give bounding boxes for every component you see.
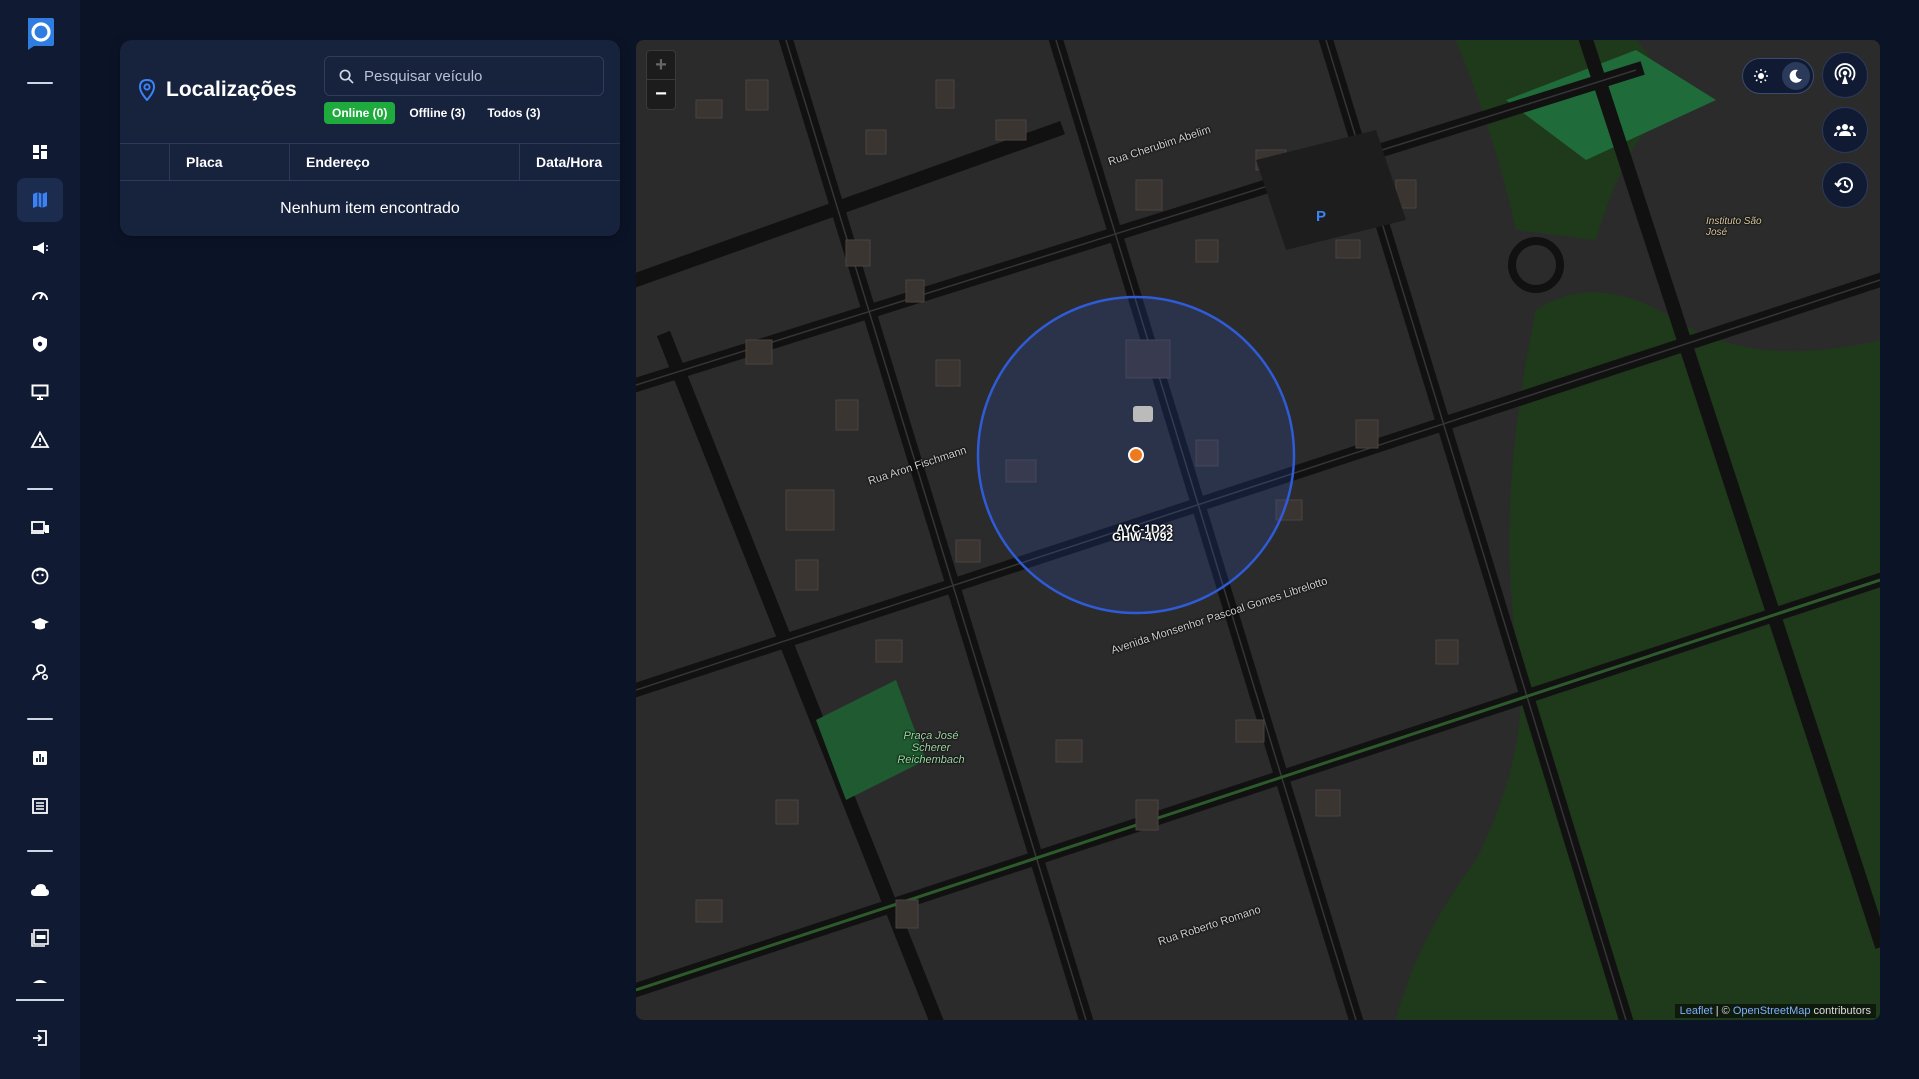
app-logo[interactable]: [24, 16, 56, 52]
column-header-datetime[interactable]: Data/Hora: [520, 144, 620, 180]
hat-icon: [33, 980, 47, 983]
column-header-address[interactable]: Endereço: [290, 144, 520, 180]
pdf-icon: [31, 929, 49, 947]
parking-label: P: [1316, 208, 1327, 225]
sidebar: [0, 0, 80, 1079]
cloud-icon: [31, 884, 49, 896]
group-icon: [1834, 124, 1856, 136]
table-header: Placa Endereço Data/Hora: [120, 143, 620, 181]
status-filters: Online (0) Offline (3) Todos (3): [324, 102, 548, 124]
live-tracking-button[interactable]: [1822, 52, 1868, 98]
locations-table: Placa Endereço Data/Hora Nenhum item enc…: [120, 143, 620, 237]
filter-online[interactable]: Online (0): [324, 102, 396, 124]
moon-icon: [1789, 69, 1802, 83]
park-label: Praça José Scherer Reichembach: [897, 730, 965, 766]
sidebar-divider: [27, 850, 53, 852]
devices-icon: [31, 521, 49, 534]
map-attribution: Leaflet | © OpenStreetMap contributors: [1674, 1004, 1876, 1018]
sidebar-divider: [27, 718, 53, 720]
sidebar-item-speed[interactable]: [17, 274, 63, 318]
monitor-icon: [31, 384, 49, 400]
osm-link[interactable]: OpenStreetMap: [1733, 1005, 1811, 1017]
sidebar-item-face[interactable]: [17, 554, 63, 598]
face-icon: [31, 567, 49, 585]
groups-button[interactable]: [1822, 107, 1868, 153]
light-theme-option[interactable]: [1747, 62, 1775, 90]
sidebar-item-training[interactable]: [17, 602, 63, 646]
school-icon: [31, 618, 49, 630]
zoom-out-button[interactable]: −: [647, 80, 675, 109]
sidebar-divider: [27, 82, 53, 84]
poi-label: Instituto São José: [1706, 216, 1762, 238]
sidebar-item-announcements[interactable]: [17, 226, 63, 270]
speedometer-icon: [32, 292, 48, 301]
sidebar-item-map[interactable]: [17, 178, 63, 222]
sidebar-item-devices[interactable]: [17, 506, 63, 550]
user-pin-icon: [32, 664, 49, 681]
attribution-suffix: contributors: [1810, 1005, 1871, 1017]
zoom-control: + −: [646, 50, 676, 110]
search-icon: [339, 69, 354, 84]
list-icon: [32, 798, 48, 814]
map-view[interactable]: Rua Cherubim Abelim Rua Aron Fischmann A…: [636, 40, 1880, 1020]
map-tiles[interactable]: [636, 40, 1880, 1020]
logout-button[interactable]: [17, 1016, 63, 1060]
dark-theme-option[interactable]: [1781, 62, 1810, 90]
column-header-select[interactable]: [120, 144, 170, 180]
chart-icon: [33, 751, 47, 765]
sidebar-item-user-location[interactable]: [17, 650, 63, 694]
logout-icon: [33, 1030, 47, 1046]
sidebar-divider: [16, 999, 64, 1001]
sidebar-item-list[interactable]: [17, 784, 63, 828]
megaphone-icon: [33, 242, 48, 254]
sun-icon: [1753, 69, 1768, 83]
broadcast-icon: [1834, 63, 1856, 84]
panel-header: Localizações: [138, 78, 297, 102]
sidebar-item-cloud[interactable]: [17, 868, 63, 912]
theme-toggle[interactable]: [1742, 58, 1814, 94]
panel-title: Localizações: [166, 78, 297, 101]
history-icon: [1834, 177, 1853, 194]
sidebar-item-security[interactable]: [17, 322, 63, 366]
attribution-separator: | ©: [1712, 1005, 1733, 1017]
history-button[interactable]: [1822, 162, 1868, 208]
filter-offline[interactable]: Offline (3): [401, 102, 473, 124]
sidebar-item-monitor[interactable]: [17, 370, 63, 414]
sidebar-item-pdf[interactable]: [17, 916, 63, 960]
shield-icon: [33, 336, 47, 352]
sidebar-divider: [27, 488, 53, 490]
sidebar-item-alerts[interactable]: [17, 418, 63, 462]
vehicle-search[interactable]: [324, 56, 604, 96]
search-input[interactable]: [364, 67, 584, 85]
empty-state: Nenhum item encontrado: [280, 200, 460, 217]
column-header-plate[interactable]: Placa: [170, 144, 290, 180]
locations-panel: Localizações Online (0) Offline (3) Todo…: [120, 40, 620, 236]
sidebar-item-partial[interactable]: [17, 964, 63, 986]
dashboard-icon: [33, 145, 47, 159]
location-pin-icon: [138, 79, 156, 101]
vehicle-label[interactable]: GHW-4V92: [1112, 530, 1173, 544]
map-icon: [33, 192, 47, 208]
leaflet-link[interactable]: Leaflet: [1680, 1005, 1713, 1017]
sidebar-item-dashboard[interactable]: [17, 130, 63, 174]
sidebar-item-reports[interactable]: [17, 736, 63, 780]
filter-all[interactable]: Todos (3): [479, 102, 548, 124]
zoom-in-button[interactable]: +: [647, 51, 675, 80]
alert-icon: [30, 430, 50, 448]
